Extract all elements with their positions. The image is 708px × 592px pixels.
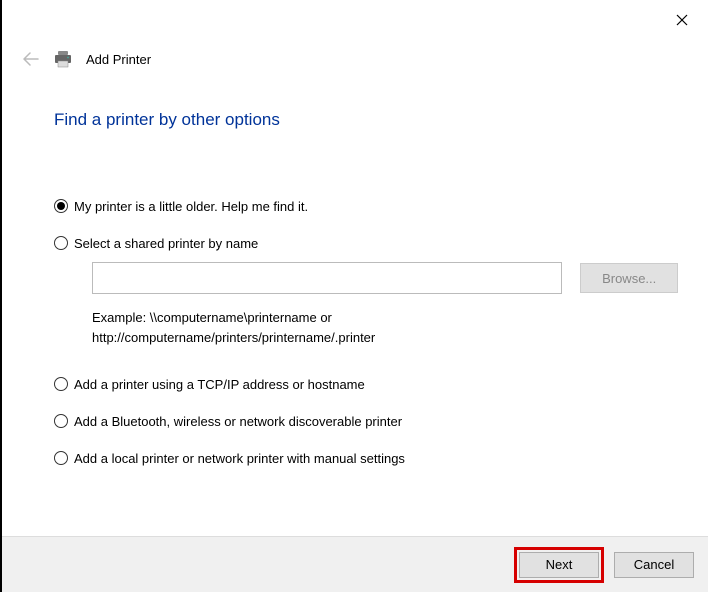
next-button[interactable]: Next bbox=[519, 552, 599, 578]
options-group: My printer is a little older. Help me fi… bbox=[54, 198, 678, 487]
option-local-printer[interactable]: Add a local printer or network printer w… bbox=[54, 450, 678, 467]
option-tcpip[interactable]: Add a printer using a TCP/IP address or … bbox=[54, 376, 678, 393]
radio-older[interactable] bbox=[54, 199, 68, 213]
printer-icon bbox=[54, 50, 72, 68]
radio-tcpip[interactable] bbox=[54, 377, 68, 391]
close-icon bbox=[676, 14, 688, 26]
example-line-1: Example: \\computername\printername or bbox=[92, 308, 678, 328]
option-local-label: Add a local printer or network printer w… bbox=[74, 450, 405, 467]
browse-button: Browse... bbox=[580, 263, 678, 293]
option-shared-label: Select a shared printer by name bbox=[74, 235, 258, 252]
radio-shared[interactable] bbox=[54, 236, 68, 250]
header-title: Add Printer bbox=[86, 52, 151, 67]
shared-sub-section: Browse... Example: \\computername\printe… bbox=[92, 262, 678, 348]
page-title: Find a printer by other options bbox=[54, 110, 280, 130]
option-older-label: My printer is a little older. Help me fi… bbox=[74, 198, 308, 215]
option-older-printer[interactable]: My printer is a little older. Help me fi… bbox=[54, 198, 678, 215]
option-bluetooth-label: Add a Bluetooth, wireless or network dis… bbox=[74, 413, 402, 430]
back-button[interactable] bbox=[22, 50, 40, 68]
next-button-highlight: Next bbox=[514, 547, 604, 583]
wizard-header: Add Printer bbox=[22, 50, 151, 68]
radio-local[interactable] bbox=[54, 451, 68, 465]
option-tcpip-label: Add a printer using a TCP/IP address or … bbox=[74, 376, 365, 393]
cancel-button[interactable]: Cancel bbox=[614, 552, 694, 578]
footer-bar: Next Cancel bbox=[2, 536, 708, 592]
close-button[interactable] bbox=[670, 8, 694, 32]
radio-bluetooth[interactable] bbox=[54, 414, 68, 428]
shared-printer-path-input[interactable] bbox=[92, 262, 562, 294]
option-shared-printer[interactable]: Select a shared printer by name bbox=[54, 235, 678, 252]
example-line-2: http://computername/printers/printername… bbox=[92, 328, 678, 348]
back-arrow-icon bbox=[23, 52, 39, 66]
shared-example-text: Example: \\computername\printername or h… bbox=[92, 308, 678, 348]
option-bluetooth[interactable]: Add a Bluetooth, wireless or network dis… bbox=[54, 413, 678, 430]
